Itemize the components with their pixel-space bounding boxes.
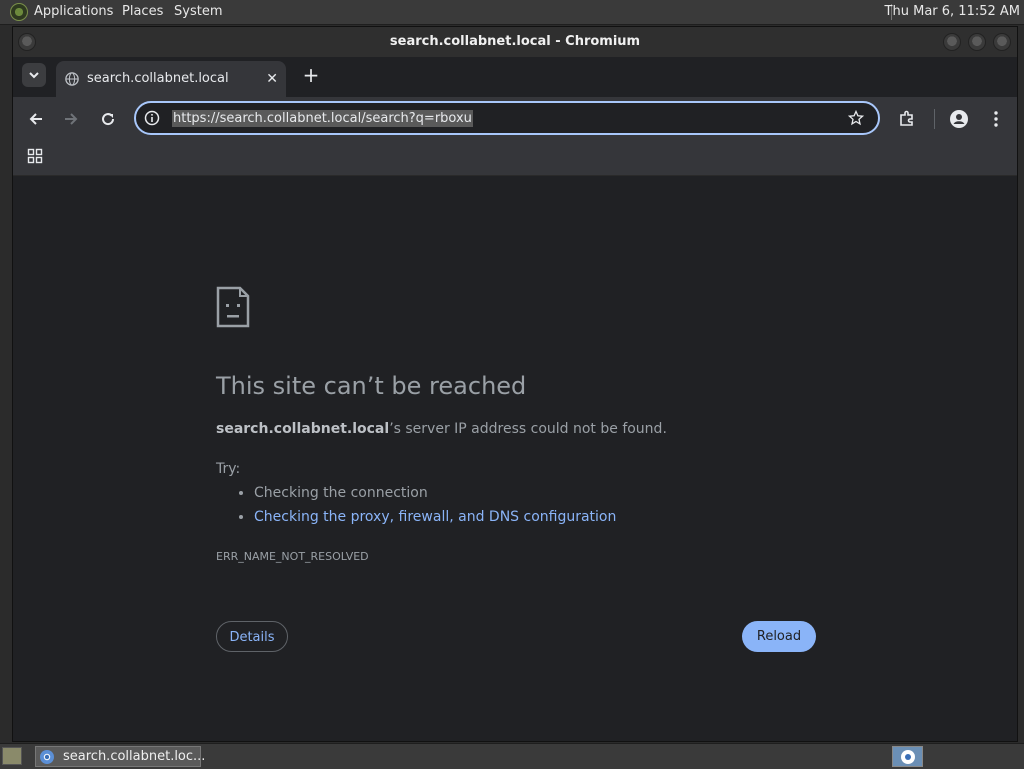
profile-avatar-icon[interactable] [949,109,969,129]
try-label: Try: [216,461,241,477]
url-text[interactable]: https://search.collabnet.local/search?q=… [172,110,473,127]
extensions-puzzle-icon[interactable] [897,109,917,129]
suggestion-item: Checking the proxy, firewall, and DNS co… [239,509,616,525]
suggestion-text: Checking the connection [254,485,428,501]
taskbar-item-chromium[interactable]: search.collabnet.loc... [35,746,205,767]
tab-active[interactable]: search.collabnet.local ✕ [56,61,286,97]
reload-button[interactable]: Reload [742,621,816,652]
error-code: ERR_NAME_NOT_RESOLVED [216,550,369,563]
minimize-button[interactable] [943,33,961,51]
menu-system[interactable]: System [174,0,222,24]
error-host: search.collabnet.local [216,421,390,437]
distro-logo-icon[interactable] [10,3,28,21]
bullet [239,491,243,495]
new-tab-button[interactable]: + [297,61,325,89]
desktop-top-panel: Applications Places System Thu Mar 6, 11… [0,0,1024,25]
address-bar[interactable]: https://search.collabnet.local/search?q=… [134,101,880,135]
apps-grid-icon[interactable] [27,148,43,164]
bookmark-star-icon[interactable] [848,110,864,126]
toolbar-separator [934,109,935,129]
error-description-text: ’s server IP address could not be found. [389,421,667,437]
browser-toolbar: https://search.collabnet.local/search?q=… [13,97,1017,141]
error-title: This site can’t be reached [216,372,527,400]
tab-title: search.collabnet.local [87,71,229,86]
suggestion-item: Checking the connection [239,485,428,501]
site-info-icon[interactable] [144,110,160,126]
close-window-button[interactable] [993,33,1011,51]
maximize-button[interactable] [968,33,986,51]
more-menu-icon[interactable] [986,109,1006,129]
menu-places[interactable]: Places [122,0,163,24]
forward-arrow-icon[interactable] [61,109,81,129]
suggestion-link[interactable]: Checking the proxy, firewall, and DNS co… [254,509,616,525]
error-description: search.collabnet.local’s server IP addre… [216,421,667,437]
back-arrow-icon[interactable] [26,109,46,129]
window-titlebar[interactable]: search.collabnet.local - Chromium [13,27,1017,57]
sad-document-icon [216,286,250,328]
chromium-icon [40,750,54,764]
tray-chromium-icon[interactable] [892,746,923,767]
menu-applications[interactable]: Applications [34,0,113,24]
bookmarks-bar [13,141,1017,176]
reload-icon[interactable] [98,109,118,129]
tab-search-button[interactable] [22,63,46,87]
show-desktop-icon[interactable] [2,747,22,765]
desktop-taskbar: search.collabnet.loc... [0,743,1024,769]
bullet [239,515,243,519]
close-tab-icon[interactable]: ✕ [266,61,278,97]
taskbar-item-label: search.collabnet.loc... [63,749,206,764]
window-title: search.collabnet.local - Chromium [389,34,641,49]
tab-strip: search.collabnet.local ✕ + [13,57,1017,97]
window-menu-icon[interactable] [18,33,36,51]
chromium-icon [901,750,915,764]
chevron-down-icon [29,72,39,79]
clock[interactable]: Thu Mar 6, 11:52 AM [885,0,1020,24]
details-button[interactable]: Details [216,621,288,652]
browser-window: search.collabnet.local - Chromium search… [12,26,1018,742]
globe-icon [65,72,79,86]
error-page: This site can’t be reached search.collab… [13,176,1017,741]
